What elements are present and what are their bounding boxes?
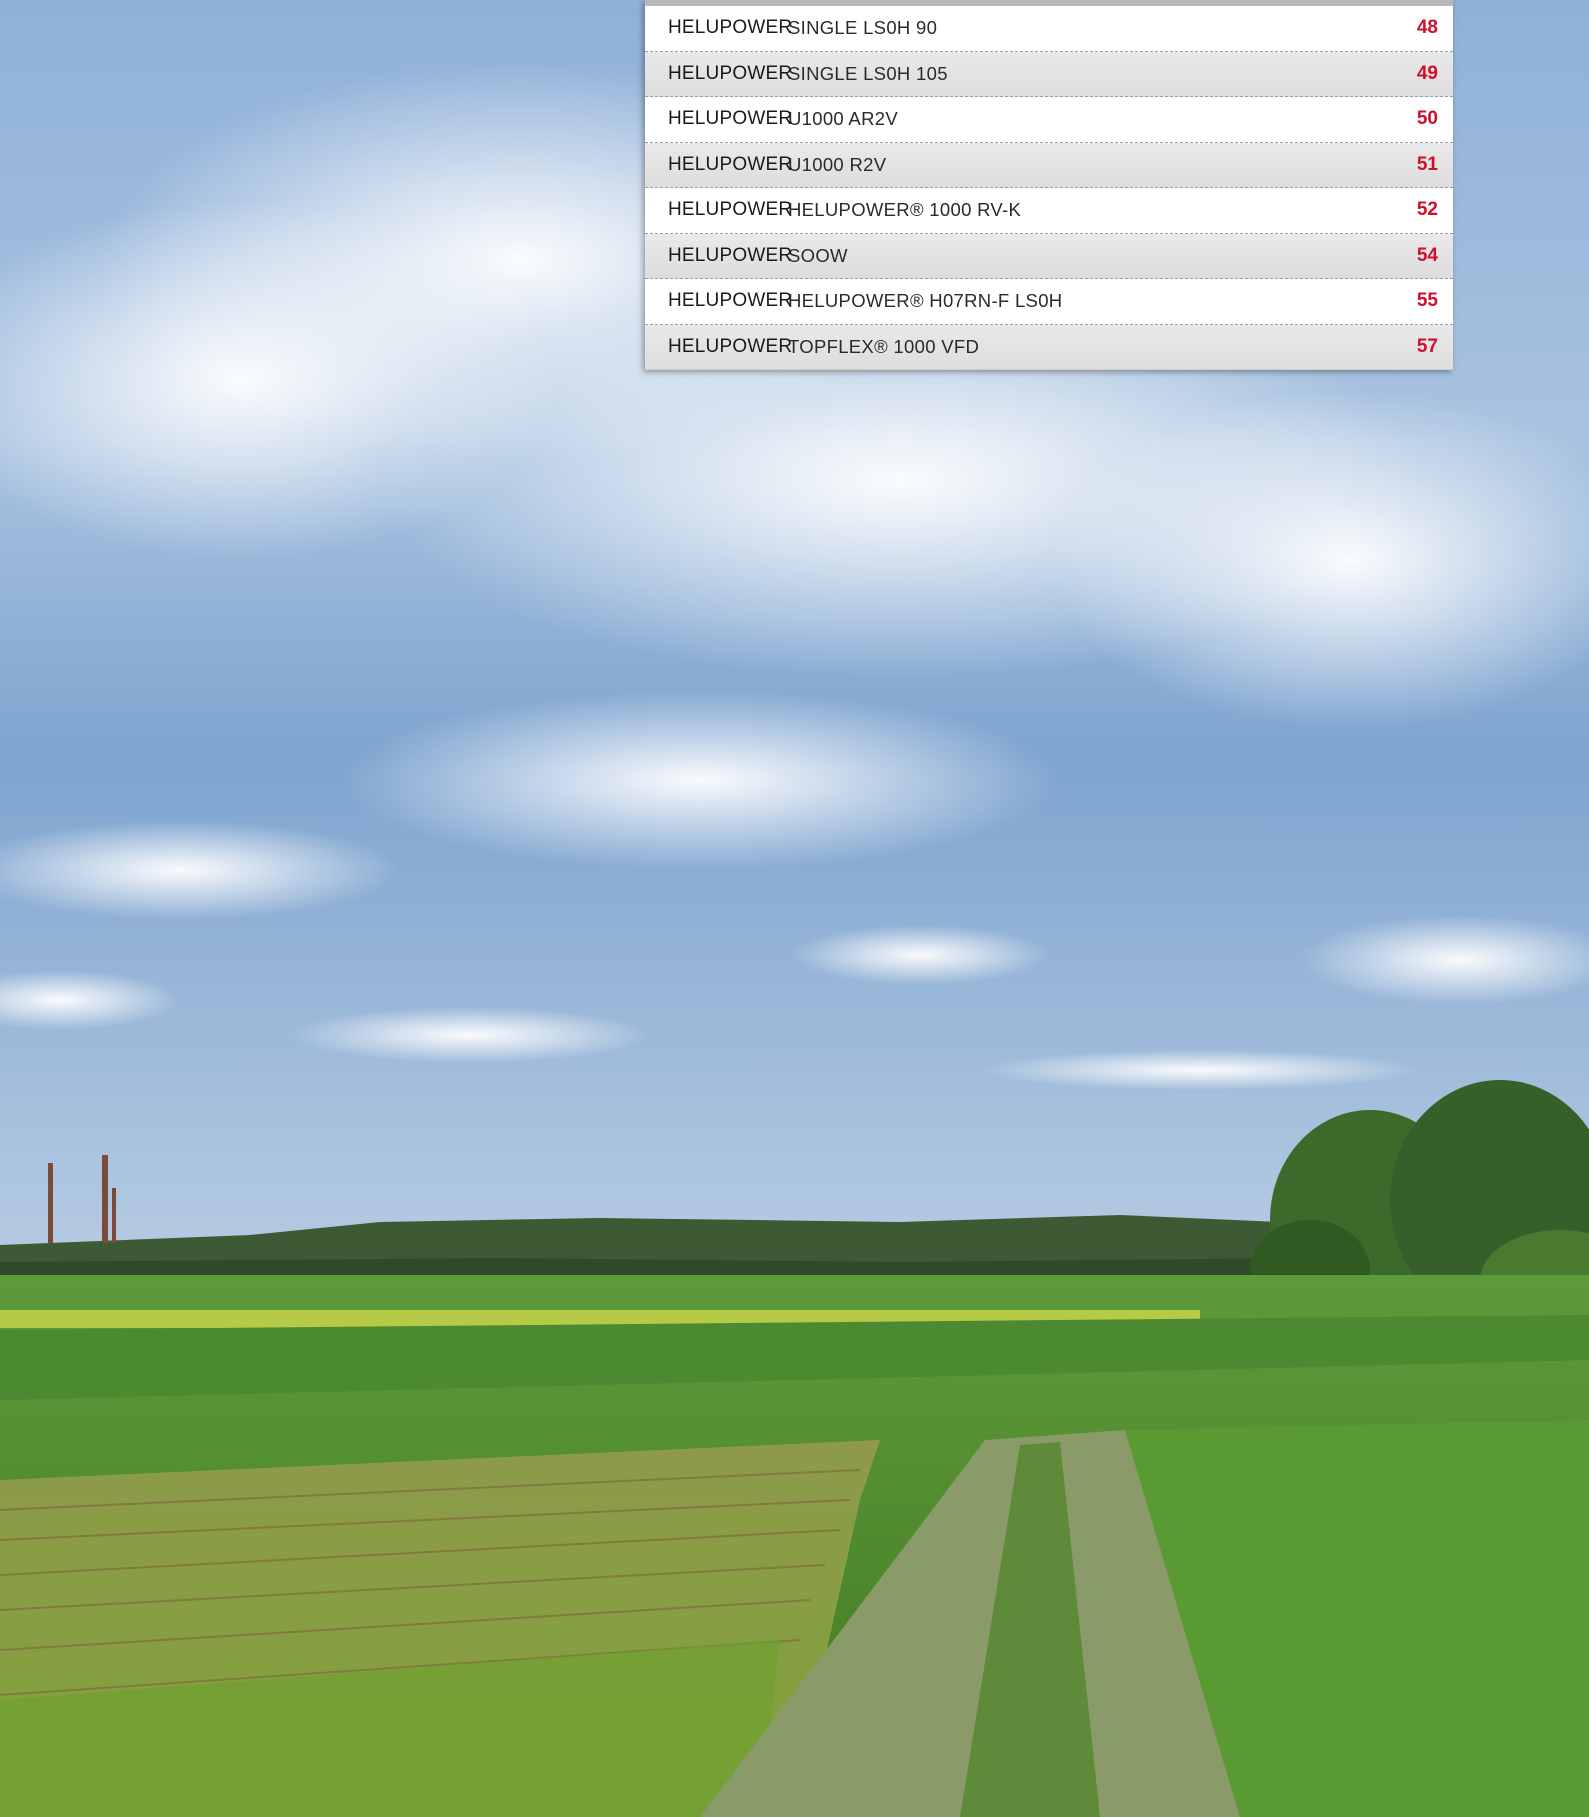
toc-row[interactable]: HELUPOWER U1000 AR2V 50	[645, 97, 1453, 143]
toc-product: HELUPOWER® H07RN-F LS0H	[788, 290, 1063, 312]
toc-brand: HELUPOWER	[668, 108, 793, 130]
toc-product: SINGLE LS0H 105	[788, 62, 948, 84]
toc-product: SINGLE LS0H 90	[788, 17, 938, 39]
toc-page-number: 57	[1416, 335, 1438, 357]
toc-product: SOOW	[788, 244, 848, 266]
toc-brand: HELUPOWER	[668, 153, 793, 175]
toc-row[interactable]: HELUPOWER SINGLE LS0H 90 48	[645, 6, 1453, 52]
toc-product: U1000 AR2V	[788, 108, 898, 130]
toc-page-number: 49	[1416, 62, 1438, 84]
toc-brand: HELUPOWER	[668, 335, 793, 357]
toc-page-number: 48	[1416, 17, 1438, 39]
toc-brand: HELUPOWER	[668, 244, 793, 266]
toc-row[interactable]: HELUPOWER SINGLE LS0H 105 49	[645, 51, 1453, 97]
toc-product: HELUPOWER® 1000 RV-K	[788, 199, 1022, 221]
table-of-contents: HELUPOWER SINGLE LS0H 90 48 HELUPOWER SI…	[645, 0, 1453, 370]
toc-page-number: 54	[1416, 244, 1438, 266]
toc-brand: HELUPOWER	[668, 17, 793, 39]
toc-product: TOPFLEX® 1000 VFD	[788, 335, 980, 357]
toc-page-number: 51	[1416, 153, 1438, 175]
toc-row[interactable]: HELUPOWER HELUPOWER® 1000 RV-K 52	[645, 188, 1453, 234]
toc-brand: HELUPOWER	[668, 199, 793, 221]
toc-brand: HELUPOWER	[668, 290, 793, 312]
toc-row[interactable]: HELUPOWER TOPFLEX® 1000 VFD 57	[645, 324, 1453, 370]
toc-page-number: 50	[1416, 108, 1438, 130]
toc-page-number: 55	[1416, 290, 1438, 312]
toc-brand: HELUPOWER	[668, 62, 793, 84]
toc-page-number: 52	[1416, 199, 1438, 221]
toc-row[interactable]: HELUPOWER SOOW 54	[645, 233, 1453, 279]
toc-product: U1000 R2V	[788, 153, 887, 175]
toc-row[interactable]: HELUPOWER U1000 R2V 51	[645, 142, 1453, 188]
toc-row[interactable]: HELUPOWER HELUPOWER® H07RN-F LS0H 55	[645, 279, 1453, 325]
